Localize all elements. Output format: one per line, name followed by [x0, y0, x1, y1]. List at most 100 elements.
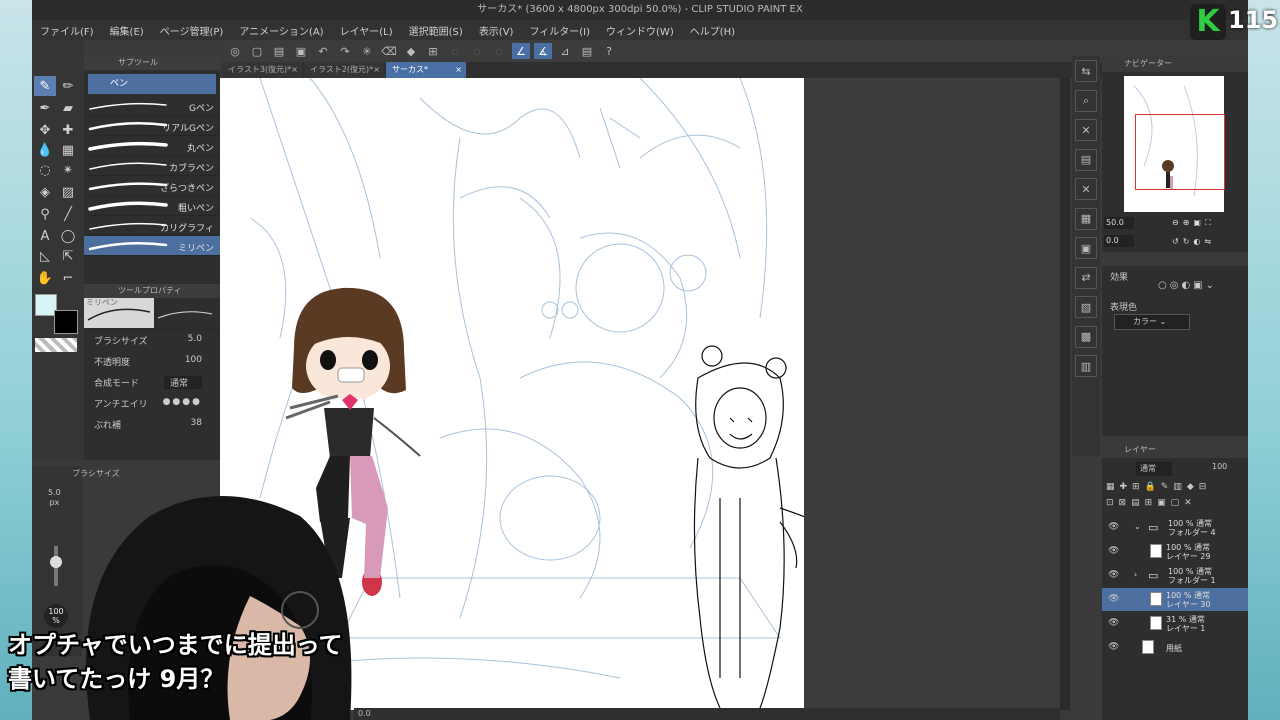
rotate-controls-icons[interactable]: ↺↻◐⇋ [1172, 237, 1215, 246]
fill-tool-icon[interactable]: ◈ [34, 182, 56, 202]
menu-item[interactable]: 編集(E) [110, 23, 144, 38]
layer-property-icon[interactable]: ▤ [1075, 148, 1097, 171]
line-tool-icon[interactable]: ◺ [34, 246, 56, 266]
menu-item[interactable]: ウィンドウ(W) [606, 23, 674, 38]
stabilization-value[interactable]: 38 [191, 418, 202, 428]
balloon-tool-icon[interactable]: ◯ [57, 226, 79, 246]
menu-item[interactable]: レイヤー(L) [340, 23, 393, 38]
pen-subtool-item[interactable]: カリグラフィ [84, 216, 220, 236]
pencil-tool-icon[interactable]: ✏ [57, 76, 79, 96]
open-file-icon[interactable]: ▤ [270, 43, 288, 59]
pen-subtool-item[interactable]: 粗いペン [84, 196, 220, 216]
magic-wand-icon[interactable]: ✴ [57, 160, 79, 180]
antialias-row[interactable]: アンチエイリ ●●●● [84, 393, 220, 414]
menu-item[interactable]: ページ管理(P) [160, 23, 224, 38]
frame-tool-icon[interactable]: ▦ [57, 140, 79, 160]
effect-icons[interactable]: ○◎◐▣⌄ [1158, 280, 1217, 291]
ruler-tool-icon[interactable]: ╱ [57, 204, 79, 224]
clip-studio-icon[interactable]: ◎ [226, 43, 244, 59]
navigator-rotate-value[interactable]: 0.0 [1104, 235, 1134, 247]
close-panel-icon-1[interactable]: ✕ [1075, 119, 1097, 141]
layer-row[interactable]: 👁 100 % 通常 レイヤー 29 [1102, 540, 1248, 563]
close-tab-icon[interactable]: × [291, 62, 298, 78]
object-tool-icon[interactable]: ⚲ [34, 204, 56, 224]
visibility-eye-icon[interactable]: 👁 [1108, 642, 1119, 652]
snap-special-ruler-icon[interactable]: ∡ [534, 43, 552, 59]
clear-icon[interactable]: ⌫ [380, 43, 398, 59]
auto-action-icon[interactable]: ▩ [1075, 325, 1097, 348]
text-tool-icon[interactable]: A [34, 226, 56, 246]
gradient-tool-icon[interactable]: ▨ [57, 182, 79, 202]
stabilization-row[interactable]: ぶれ補 38 [84, 414, 220, 435]
blend-mode-row[interactable]: 合成モード 通常 [84, 372, 220, 393]
lasso-tool-icon[interactable]: ◌ [34, 160, 56, 180]
menu-item[interactable]: ヘルプ(H) [690, 23, 735, 38]
close-tab-icon[interactable]: × [455, 62, 462, 78]
menu-item[interactable]: 表示(V) [479, 23, 514, 38]
undo-icon[interactable]: ↶ [314, 43, 332, 59]
zoom-badge[interactable]: 100% [44, 604, 68, 628]
blend-tool-icon[interactable]: 💧 [34, 140, 56, 160]
zoom-controls-icons[interactable]: ⊖⊕▣⛶ [1172, 218, 1215, 228]
blend-mode-select[interactable]: 通常 [163, 376, 202, 389]
brush-size-value[interactable]: 5.0 [188, 334, 202, 344]
pen-subtool-item[interactable]: ざらつきペン [84, 176, 220, 196]
visibility-eye-icon[interactable]: 👁 [1108, 570, 1119, 580]
layer-blend-select[interactable]: 通常 [1136, 462, 1172, 476]
fill-icon[interactable]: ◆ [402, 43, 420, 59]
navigator-rotate-row[interactable]: 0.0 ↺↻◐⇋ [1104, 234, 1215, 248]
layer-row[interactable]: 👁 ⌄ ▭ 100 % 通常 フォルダー 4 [1102, 516, 1248, 539]
navigator-zoom-value[interactable]: 50.0 [1104, 217, 1134, 229]
navigator-view-frame[interactable] [1135, 114, 1225, 190]
history-icon[interactable]: ⇄ [1075, 266, 1097, 289]
brush-tool-icon[interactable]: ✒ [34, 98, 56, 118]
expression-color-select[interactable]: カラー ⌄ [1114, 314, 1190, 330]
subtool-group-pen[interactable]: ペン [88, 74, 216, 94]
pen-tool-icon[interactable]: ✎ [34, 76, 56, 96]
pen-subtool-item[interactable]: カブラペン [84, 156, 220, 176]
pen-subtool-item[interactable]: ミリペン [84, 236, 220, 256]
layer-row[interactable]: 👁 31 % 通常 レイヤー 1 [1102, 612, 1248, 635]
close-tab-icon[interactable]: × [373, 62, 380, 78]
visibility-eye-icon[interactable]: 👁 [1108, 546, 1119, 556]
snap-grid-icon[interactable]: ⊿ [556, 43, 574, 59]
chevron-right-icon[interactable]: › [1134, 570, 1137, 579]
brush-size-row[interactable]: ブラシサイズ 5.0 [84, 330, 220, 351]
menu-item[interactable]: フィルター(I) [529, 23, 590, 38]
menu-item[interactable]: 選択範囲(S) [409, 23, 463, 38]
correct-line-icon[interactable]: ⇱ [57, 246, 79, 266]
search-layer-icon[interactable]: ⌕ [1075, 89, 1097, 112]
pen-subtool-item[interactable]: リアルGペン [84, 116, 220, 136]
move-tool-icon[interactable]: ✚ [57, 120, 79, 140]
help-icon[interactable]: ? [600, 43, 618, 59]
visibility-eye-icon[interactable]: 👁 [1108, 594, 1119, 604]
texture-icon[interactable]: ▦ [1075, 207, 1097, 230]
pen-subtool-item[interactable]: 丸ペン [84, 136, 220, 156]
item-bank-icon[interactable]: ▧ [1075, 296, 1097, 318]
menu-item[interactable]: アニメーション(A) [239, 23, 323, 38]
chevron-down-icon[interactable]: ⌄ [1134, 522, 1141, 531]
visibility-eye-icon[interactable]: 👁 [1108, 522, 1119, 532]
transparent-color-swatch[interactable] [35, 338, 77, 352]
layer-row[interactable]: 👁 100 % 通常 レイヤー 30 [1102, 588, 1248, 611]
vertical-scrollbar[interactable] [1060, 78, 1070, 710]
material-palette-icon[interactable]: ⇆ [1075, 60, 1097, 82]
loading-icon[interactable]: ✳ [358, 43, 376, 59]
canvas-tab[interactable]: イラスト2(復元)* × [304, 62, 384, 78]
layer-row[interactable]: 👁 › ▭ 100 % 通常 フォルダー 1 [1102, 564, 1248, 587]
canvas-tab[interactable]: イラスト3(復元)* × [222, 62, 302, 78]
save-icon[interactable]: ▣ [292, 43, 310, 59]
menu-item[interactable]: ファイル(F) [40, 23, 94, 38]
visibility-eye-icon[interactable]: 👁 [1108, 618, 1119, 628]
pen-subtool-item[interactable]: Gペン [84, 96, 220, 116]
new-file-icon[interactable]: ▢ [248, 43, 266, 59]
material-icon[interactable]: ▣ [1075, 237, 1097, 259]
document-icon[interactable]: ▤ [578, 43, 596, 59]
canvas-tab[interactable]: サーカス* × [386, 62, 466, 78]
layer-opacity-value[interactable]: 100 [1212, 462, 1227, 471]
layer-row[interactable]: 👁 用紙 [1102, 636, 1248, 659]
transform-icon[interactable]: ⊞ [424, 43, 442, 59]
antialias-options-icon[interactable]: ●●●● [163, 397, 202, 407]
layer-tools-icons[interactable]: ▦✚⊞🔒✎▥◆⊟ [1106, 482, 1211, 492]
close-panel-icon-2[interactable]: ✕ [1075, 178, 1097, 200]
